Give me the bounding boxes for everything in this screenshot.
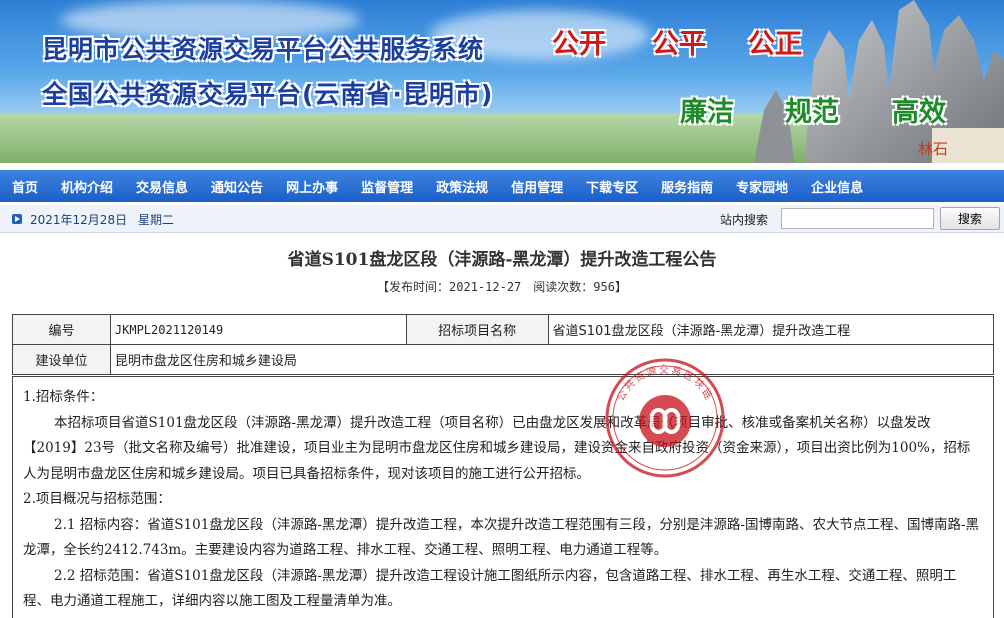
nav-notices[interactable]: 通知公告 [211, 177, 263, 196]
article-meta: 【发布时间：2021-12-27 阅读次数：956】 [377, 280, 627, 294]
paragraph: 2.1 招标内容：省道S101盘龙区段（沣源路-黑龙潭）提升改造工程，本次提升改… [23, 516, 980, 559]
paragraph: 2.2 招标范围：省道S101盘龙区段（沣源路-黑龙潭）提升改造工程设计施工图纸… [23, 567, 957, 610]
paragraph: 本招标项目省道S101盘龙区段（沣源路-黑龙潭）提升改造工程（项目名称）已由盘龙… [23, 414, 971, 482]
project-info-table: 编号 JKMPL2021120149 招标项目名称 省道S101盘龙区段（沣源路… [12, 314, 995, 375]
value-number: JKMPL2021120149 [109, 314, 407, 345]
main-nav: 首页 机构介绍 交易信息 通知公告 网上办事 监督管理 政策法规 信用管理 下载… [0, 170, 1004, 202]
slogan-efficient: 高效 [892, 97, 946, 128]
nav-experts[interactable]: 专家园地 [736, 177, 788, 196]
nav-guide[interactable]: 服务指南 [661, 177, 713, 196]
nav-policy[interactable]: 政策法规 [436, 177, 488, 196]
nav-trade-info[interactable]: 交易信息 [136, 177, 188, 196]
nav-online-service[interactable]: 网上办事 [286, 177, 338, 196]
nav-about[interactable]: 机构介绍 [61, 177, 113, 196]
label-number: 编号 [12, 314, 111, 345]
current-weekday: 星期二 [138, 213, 175, 227]
article-body: 1.招标条件： 本招标项目省道S101盘龙区段（沣源路-黑龙潭）提升改造工程（项… [12, 376, 994, 618]
label-build-unit: 建设单位 [12, 344, 111, 375]
site-title: 昆明市公共资源交易平台公共服务系统 [42, 35, 485, 64]
site-search-input[interactable] [781, 208, 934, 229]
nav-supervision[interactable]: 监督管理 [361, 177, 413, 196]
slogan-clean: 廉洁 [680, 97, 734, 128]
search-button[interactable]: 搜索 [940, 207, 1000, 230]
slogan-just: 公正 [748, 29, 802, 60]
nav-credit[interactable]: 信用管理 [511, 177, 563, 196]
slogan-standard: 规范 [785, 97, 839, 128]
section-heading: 2.项目概况与招标范围： [23, 491, 171, 507]
stone-engraving: 林石 [918, 140, 949, 158]
value-project-name: 省道S101盘龙区段（沣源路-黑龙潭）提升改造工程 [547, 314, 994, 345]
section-heading: 1.招标条件： [23, 389, 104, 405]
info-bar: 2021年12月28日 星期二 站内搜索 搜索 [0, 205, 1004, 233]
site-search-label: 站内搜索 [720, 213, 769, 227]
value-build-unit: 昆明市盘龙区住房和城乡建设局 [109, 344, 995, 375]
table-row: 建设单位 昆明市盘龙区住房和城乡建设局 [12, 344, 995, 375]
site-subtitle: 全国公共资源交易平台(云南省·昆明市) [42, 80, 494, 109]
current-date: 2021年12月28日 [30, 213, 128, 227]
nav-downloads[interactable]: 下载专区 [586, 177, 638, 196]
nav-enterprise[interactable]: 企业信息 [811, 177, 863, 196]
table-row: 编号 JKMPL2021120149 招标项目名称 省道S101盘龙区段（沣源路… [12, 314, 994, 345]
slogan-open: 公开 [552, 29, 606, 60]
nav-home[interactable]: 首页 [12, 177, 38, 196]
header-banner: 昆明市公共资源交易平台公共服务系统 全国公共资源交易平台(云南省·昆明市) 公开… [0, 0, 1004, 163]
article-title: 省道S101盘龙区段（沣源路-黑龙潭）提升改造工程公告 [287, 250, 717, 270]
slogan-fair: 公平 [652, 29, 706, 60]
label-project-name: 招标项目名称 [405, 314, 549, 345]
arrow-right-icon [12, 214, 22, 224]
